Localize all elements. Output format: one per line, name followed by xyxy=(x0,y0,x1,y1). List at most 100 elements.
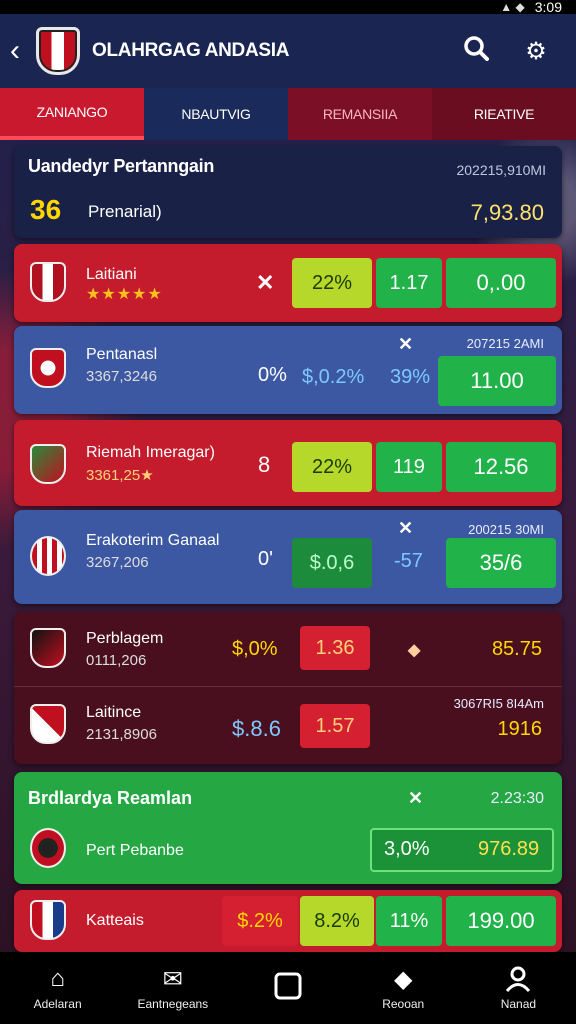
team-crest-icon xyxy=(30,828,66,868)
team-name: Erakoterim Ganaal xyxy=(86,532,220,549)
status-time: 3:09 xyxy=(534,0,562,15)
tab-3[interactable]: REMANSIIA xyxy=(288,88,432,140)
odds-pill[interactable]: 22% xyxy=(292,442,372,492)
status-bar: ▲ ◆ 3:09 xyxy=(0,0,576,15)
odds-pill[interactable]: 8.2% xyxy=(300,896,374,946)
back-arrow-icon[interactable]: ‹ xyxy=(10,34,32,68)
nav-label: Reooan xyxy=(382,997,425,1011)
odds-pill[interactable]: $.2% xyxy=(222,896,298,946)
team-name: Pert Pebanbe xyxy=(86,842,184,859)
odds-pill[interactable]: 1.36 xyxy=(300,626,370,670)
nav-label: Adelaran xyxy=(33,997,82,1011)
home-icon: ⌂ xyxy=(50,965,65,992)
square-icon xyxy=(274,972,302,1000)
summary-card[interactable]: Uandedyr Pertanngain 202215,910MI 36 Pre… xyxy=(14,146,562,238)
odds-value[interactable]: 35/6 xyxy=(446,538,556,588)
match-time: 207215 2AMI xyxy=(466,336,544,351)
odds-value: 976.89 xyxy=(478,838,540,860)
matches-icon: ✉ xyxy=(162,965,183,993)
team-stat: 0111,206 xyxy=(86,652,147,669)
team-crest-icon xyxy=(30,704,66,744)
x-mark-icon: ✕ xyxy=(408,788,424,808)
team-name: Pentanasl xyxy=(86,346,158,363)
nav-home[interactable]: ⌂ Adelaran xyxy=(0,952,115,1024)
tab-4[interactable]: RIEATIVE xyxy=(432,88,576,140)
tag-icon: ◆ xyxy=(393,965,413,993)
odds-value: 39% xyxy=(390,366,431,388)
team-name: Perblagem xyxy=(86,630,164,647)
app-logo xyxy=(36,27,80,75)
team-crest-icon xyxy=(30,900,66,940)
odds-value[interactable]: 0,.00 xyxy=(446,258,556,308)
team-name: Riemah Imeragar) xyxy=(86,444,215,461)
odds-pill[interactable]: 1.57 xyxy=(300,704,370,748)
odds-pill[interactable]: 119 xyxy=(376,442,442,492)
team-crest-icon xyxy=(30,628,66,668)
match-time: 200215 30MI xyxy=(468,522,544,537)
team-crest-icon xyxy=(30,536,66,576)
match-time: 2.23:30 xyxy=(490,790,544,807)
odds-value[interactable]: 199.00 xyxy=(446,896,556,946)
summary-time: 202215,910MI xyxy=(456,162,546,178)
team-crest-icon xyxy=(30,348,66,388)
nav-center[interactable] xyxy=(230,952,345,1024)
x-mark-icon: ✕ xyxy=(256,270,275,295)
team-name: Katteais xyxy=(86,912,144,929)
percent-value: 0% xyxy=(258,364,287,386)
featured-title: Brdlardya Reamlan xyxy=(28,788,193,808)
app-title: OLAHRGAG ANDASIA xyxy=(92,40,290,61)
nav-label: Nanad xyxy=(500,997,537,1011)
odds-value[interactable]: 12.56 xyxy=(446,442,556,492)
odds-value: 85.75 xyxy=(491,638,542,660)
team-name: Laitince xyxy=(86,704,142,721)
app-bar: ‹ OLAHRGAG ANDASIA ⚙ xyxy=(0,14,576,88)
divider xyxy=(14,686,562,687)
featured-match-card[interactable]: Brdlardya Reamlan ✕ 2.23:30 Pert Pebanbe… xyxy=(14,772,562,884)
bottom-nav: ⌂ Adelaran ✉ Eantnegeans ◆ Reooan Nanad xyxy=(0,952,576,1024)
team-stat: 3367,3246 xyxy=(86,368,157,385)
team-stat: 2131,8906 xyxy=(86,726,157,743)
odds-value: $,0.2% xyxy=(302,366,365,388)
tab-1[interactable]: ZANIANGO xyxy=(0,88,144,140)
nav-label: Eantnegeans xyxy=(137,997,209,1011)
rating-stars: ★★★★★ xyxy=(86,286,163,303)
diamond-icon: ◆ xyxy=(408,642,421,659)
odds-value: -57 xyxy=(394,550,423,572)
odds-pill[interactable]: 11% xyxy=(376,896,442,946)
score-value: 8 xyxy=(258,452,271,477)
team-stat: 3267,206 xyxy=(86,554,149,571)
percent-value: $,0% xyxy=(232,638,278,660)
match-group: Perblagem 0111,206 $,0% 1.36 ◆ 85.75 Lai… xyxy=(14,612,562,764)
tab-bar: ZANIANGO NBAUTVIG REMANSIIA RIEATIVE xyxy=(0,88,576,140)
odds-value[interactable]: 11.00 xyxy=(438,356,556,406)
signal-icon: ▲ ◆ xyxy=(500,0,525,14)
percent-value: $.8.6 xyxy=(232,716,281,741)
match-row[interactable]: Laitiani ★★★★★ ✕ 22% 1.17 0,.00 xyxy=(14,244,562,322)
odds-pill[interactable]: 1.17 xyxy=(376,258,442,308)
summary-value: 7,93.80 xyxy=(470,200,544,225)
match-row[interactable]: Riemah Imeragar) 3361,25★ 8 22% 119 12.5… xyxy=(14,420,562,506)
team-stat: 3361,25★ xyxy=(86,467,154,484)
team-crest-icon xyxy=(30,444,66,484)
gear-icon[interactable]: ⚙ xyxy=(506,37,566,66)
tab-2[interactable]: NBAUTVIG xyxy=(144,88,288,140)
team-name: Laitiani xyxy=(86,266,137,283)
match-row[interactable]: Katteais $.2% 8.2% 11% 199.00 xyxy=(14,890,562,952)
search-icon[interactable] xyxy=(446,35,506,68)
nav-profile[interactable]: Nanad xyxy=(461,952,576,1024)
nav-reports[interactable]: ◆ Reooan xyxy=(346,952,461,1024)
score-value: 0' xyxy=(258,548,273,570)
user-icon xyxy=(504,965,532,993)
match-row[interactable]: Pentanasl 3367,3246 207215 2AMI ✕ 0% $,0… xyxy=(14,326,562,414)
match-row[interactable]: Erakoterim Ganaal 3267,206 200215 30MI ✕… xyxy=(14,510,562,604)
odds-pill[interactable]: $.0,6 xyxy=(292,538,372,588)
odds-pill[interactable]: 22% xyxy=(292,258,372,308)
x-mark-icon: ✕ xyxy=(398,518,414,538)
match-time: 3067RI5 8I4Am xyxy=(453,696,544,711)
nav-matches[interactable]: ✉ Eantnegeans xyxy=(115,952,230,1024)
percent-value: 3,0% xyxy=(384,838,430,860)
summary-subtitle: Prenarial) xyxy=(88,202,162,221)
summary-number: 36 xyxy=(30,194,62,225)
x-mark-icon: ✕ xyxy=(398,334,414,354)
odds-value: 1916 xyxy=(497,718,543,740)
